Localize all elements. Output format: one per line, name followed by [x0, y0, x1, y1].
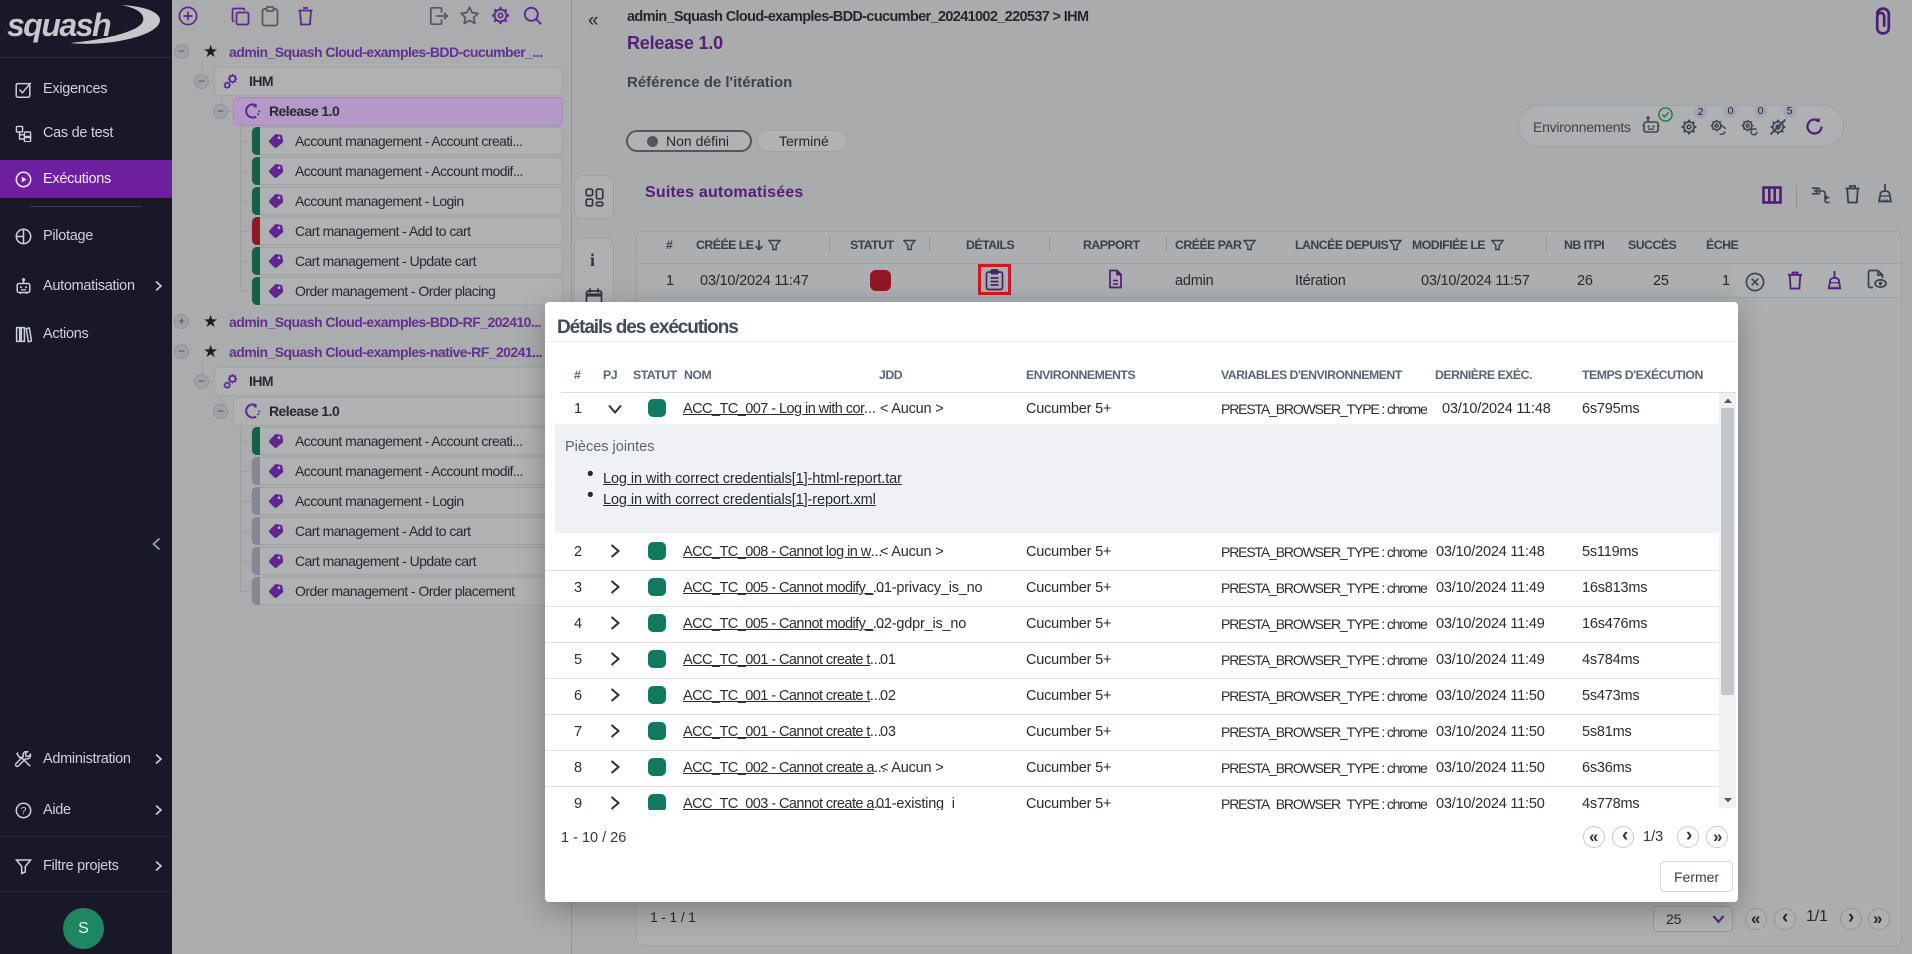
svg-text:squash: squash [7, 7, 111, 43]
svg-text:?: ? [21, 805, 27, 817]
